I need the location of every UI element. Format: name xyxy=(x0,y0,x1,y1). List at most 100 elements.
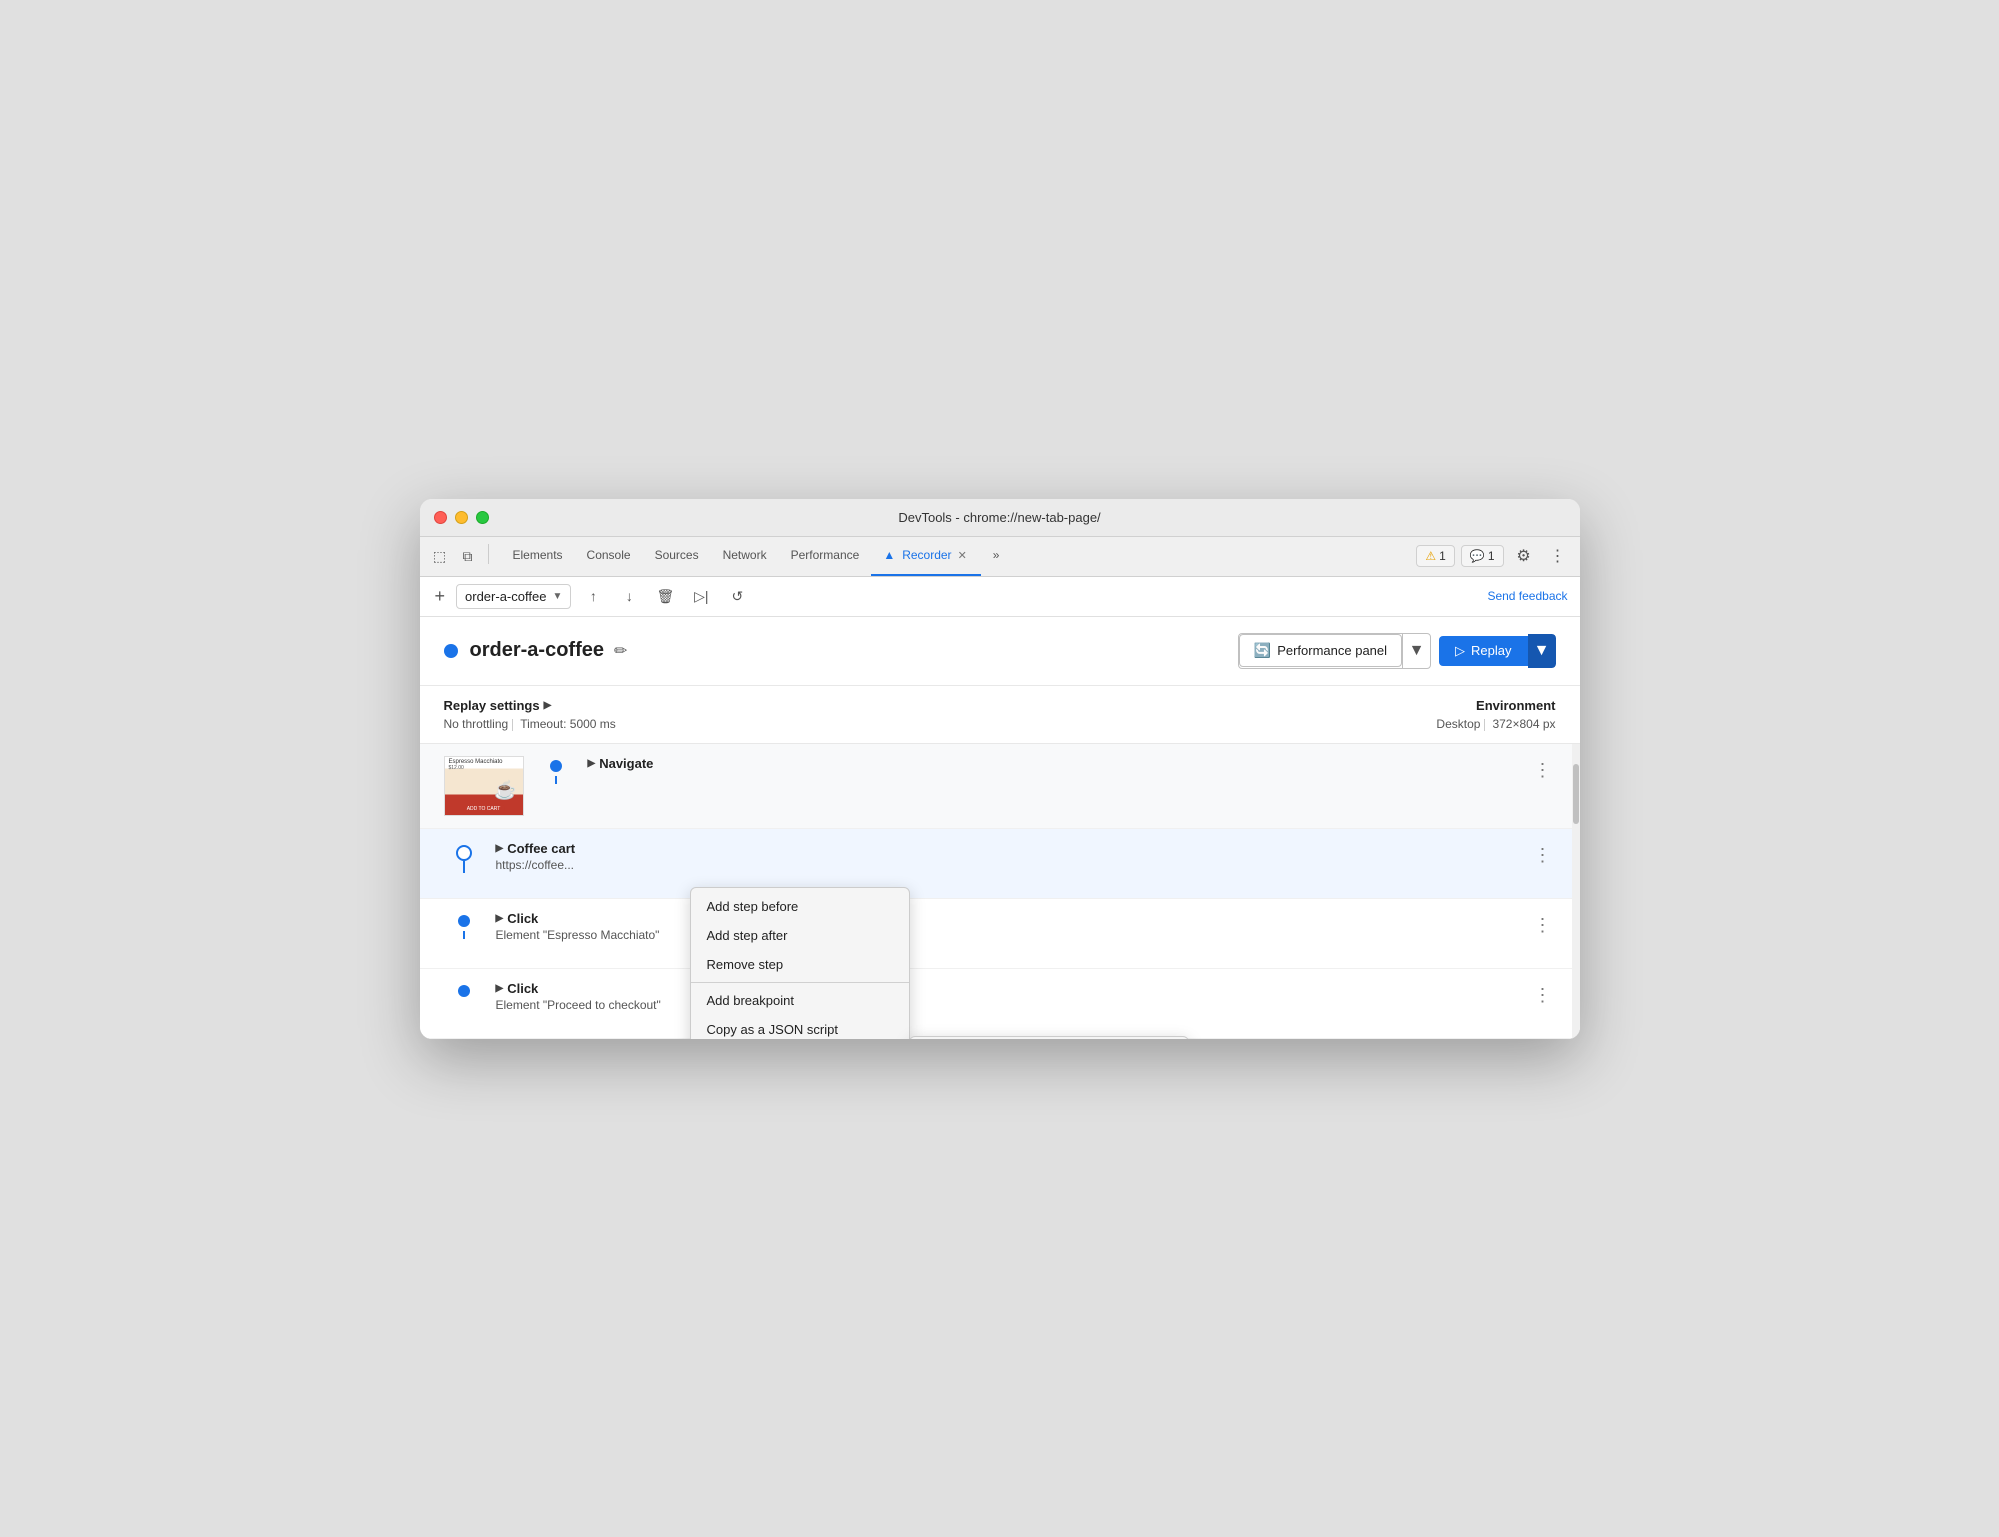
step-3-title: ▶ Click xyxy=(496,911,1530,926)
replay-button-group: ▷ Replay ▼ xyxy=(1439,634,1555,668)
thumbnail-image: Espresso Macchiato $12.00 ☕ ADD TO CART xyxy=(445,757,523,815)
dropdown-arrow-icon: ▼ xyxy=(552,591,562,602)
steps-scroll-container: Espresso Macchiato $12.00 ☕ ADD TO CART … xyxy=(420,744,1580,1039)
throttling-value: No throttling xyxy=(444,717,509,731)
close-button[interactable] xyxy=(434,511,447,524)
message-badge[interactable]: 💬 1 xyxy=(1461,545,1504,567)
tab-performance[interactable]: Performance xyxy=(779,536,872,576)
context-remove-step[interactable]: Remove step xyxy=(691,950,909,979)
step-3-expand-icon[interactable]: ▶ xyxy=(496,913,504,924)
step-2-timeline xyxy=(444,841,484,861)
step-2-expand-icon[interactable]: ▶ xyxy=(496,843,504,854)
step-4-more-button[interactable]: ⋮ xyxy=(1530,981,1556,1010)
recording-actions: 🔄 Performance panel ▼ ▷ Replay ▼ xyxy=(1238,633,1556,669)
context-separator-1 xyxy=(691,982,909,983)
step-2-more-button[interactable]: ⋮ xyxy=(1530,841,1556,870)
thumbnail-price: $12.00 xyxy=(449,765,464,771)
replay-icon-toolbar[interactable]: ↺ xyxy=(723,582,751,610)
edit-title-button[interactable]: ✏ xyxy=(614,641,627,661)
toolbar: + order-a-coffee ▼ ↑ ↓ 🗑 ▷| ↺ Send feedb… xyxy=(420,577,1580,617)
settings-button[interactable]: ⚙ xyxy=(1510,542,1538,570)
step-click-checkout: ▶ Click Element "Proceed to checkout" ⋮ xyxy=(420,969,1580,1039)
warning-badge[interactable]: ⚠ 1 xyxy=(1416,545,1454,567)
recording-header: order-a-coffee ✏ 🔄 Performance panel ▼ ▷… xyxy=(420,617,1580,686)
devtools-content: ⬚ ⧉ Elements Console Sources Network Per… xyxy=(420,537,1580,1039)
step-2-line xyxy=(463,861,465,873)
step-4-content: ▶ Click Element "Proceed to checkout" xyxy=(496,981,1530,1012)
recording-selector[interactable]: order-a-coffee ▼ xyxy=(456,584,571,609)
context-copy-json[interactable]: Copy as a JSON script xyxy=(691,1015,909,1039)
step-coffee-cart: ▶ Coffee cart https://coffee... ⋮ Add st… xyxy=(420,829,1580,899)
titlebar: DevTools - chrome://new-tab-page/ xyxy=(420,499,1580,537)
tab-close-button[interactable]: ✕ xyxy=(956,548,969,563)
replay-button[interactable]: ▷ Replay xyxy=(1439,636,1527,666)
context-add-step-before[interactable]: Add step before xyxy=(691,892,909,921)
scrollbar[interactable] xyxy=(1572,744,1580,1039)
recorder-icon: ▲ xyxy=(883,548,895,562)
tab-bar-tools: ⬚ ⧉ xyxy=(428,544,493,568)
recording-status-dot xyxy=(444,644,458,658)
timeout-value: Timeout: 5000 ms xyxy=(520,717,616,731)
tab-elements[interactable]: Elements xyxy=(501,536,575,576)
export-button[interactable]: ↑ xyxy=(579,582,607,610)
environment-settings: Environment Desktop 372×804 px xyxy=(1436,698,1555,731)
send-feedback-link[interactable]: Send feedback xyxy=(1487,589,1567,603)
tab-recorder[interactable]: ▲ Recorder ✕ xyxy=(871,536,980,576)
device-type: Desktop xyxy=(1436,717,1480,731)
step-4-dot xyxy=(458,985,470,997)
context-add-step-after[interactable]: Add step after xyxy=(691,921,909,950)
settings-row: Replay settings ▶ No throttling Timeout:… xyxy=(420,686,1580,744)
warning-icon: ⚠ xyxy=(1425,549,1436,563)
devtools-window: DevTools - chrome://new-tab-page/ ⬚ ⧉ El… xyxy=(420,499,1580,1039)
scrollbar-thumb[interactable] xyxy=(1573,764,1579,824)
step-1-expand-icon[interactable]: ▶ xyxy=(588,758,596,769)
step-1-dot xyxy=(550,760,562,772)
perf-panel-button[interactable]: 🔄 Performance panel xyxy=(1239,634,1402,667)
thumbnail-add-button: ADD TO CART xyxy=(463,805,505,813)
delete-recording-button[interactable]: 🗑 xyxy=(651,582,679,610)
step-3-more-button[interactable]: ⋮ xyxy=(1530,911,1556,940)
import-button[interactable]: ↓ xyxy=(615,582,643,610)
add-recording-button[interactable]: + xyxy=(432,583,449,610)
replay-settings-title: Replay settings ▶ xyxy=(444,698,1437,713)
step-3-dot xyxy=(458,915,470,927)
step-3-timeline xyxy=(444,911,484,927)
step-2-subtitle: https://coffee... xyxy=(496,858,1530,872)
replay-dropdown-button[interactable]: ▼ xyxy=(1528,634,1556,668)
step-1-timeline xyxy=(536,756,576,772)
context-add-breakpoint[interactable]: Add breakpoint xyxy=(691,986,909,1015)
replay-settings-detail: No throttling Timeout: 5000 ms xyxy=(444,717,1437,731)
tab-sources[interactable]: Sources xyxy=(643,536,711,576)
tab-right-actions: ⚠ 1 💬 1 ⚙ ⋮ xyxy=(1416,542,1571,570)
recording-name: order-a-coffee xyxy=(465,589,546,604)
steps-area: Espresso Macchiato $12.00 ☕ ADD TO CART … xyxy=(420,744,1580,1039)
message-icon: 💬 xyxy=(1470,549,1485,563)
replay-play-icon: ▷ xyxy=(1455,643,1465,659)
tab-console[interactable]: Console xyxy=(575,536,643,576)
window-title: DevTools - chrome://new-tab-page/ xyxy=(898,510,1100,525)
more-options-button[interactable]: ⋮ xyxy=(1544,542,1572,570)
replay-settings: Replay settings ▶ No throttling Timeout:… xyxy=(444,698,1437,731)
step-4-timeline xyxy=(444,981,484,997)
step-4-expand-icon[interactable]: ▶ xyxy=(496,983,504,994)
context-menu: Add step before Add step after Remove st… xyxy=(690,887,910,1039)
maximize-button[interactable] xyxy=(476,511,489,524)
step-1-content: ▶ Navigate xyxy=(588,756,1530,771)
tab-network[interactable]: Network xyxy=(711,536,779,576)
step-over-button[interactable]: ▷| xyxy=(687,582,715,610)
step-1-more-button[interactable]: ⋮ xyxy=(1530,756,1556,785)
perf-panel-dropdown-button[interactable]: ▼ xyxy=(1402,634,1430,668)
tab-bar: ⬚ ⧉ Elements Console Sources Network Per… xyxy=(420,537,1580,577)
step-4-subtitle: Element "Proceed to checkout" xyxy=(496,998,1530,1012)
settings-expand-icon[interactable]: ▶ xyxy=(544,700,552,711)
step-2-title: ▶ Coffee cart xyxy=(496,841,1530,856)
traffic-lights xyxy=(434,511,489,524)
tab-more[interactable]: » xyxy=(981,536,1012,576)
device-icon[interactable]: ⧉ xyxy=(456,544,480,568)
minimize-button[interactable] xyxy=(455,511,468,524)
thumbnail-mug-icon: ☕ xyxy=(494,780,516,801)
recording-title: order-a-coffee xyxy=(470,639,604,662)
step-thumbnail: Espresso Macchiato $12.00 ☕ ADD TO CART xyxy=(444,756,524,816)
perf-panel-label: Performance panel xyxy=(1277,643,1387,658)
cursor-icon[interactable]: ⬚ xyxy=(428,544,452,568)
